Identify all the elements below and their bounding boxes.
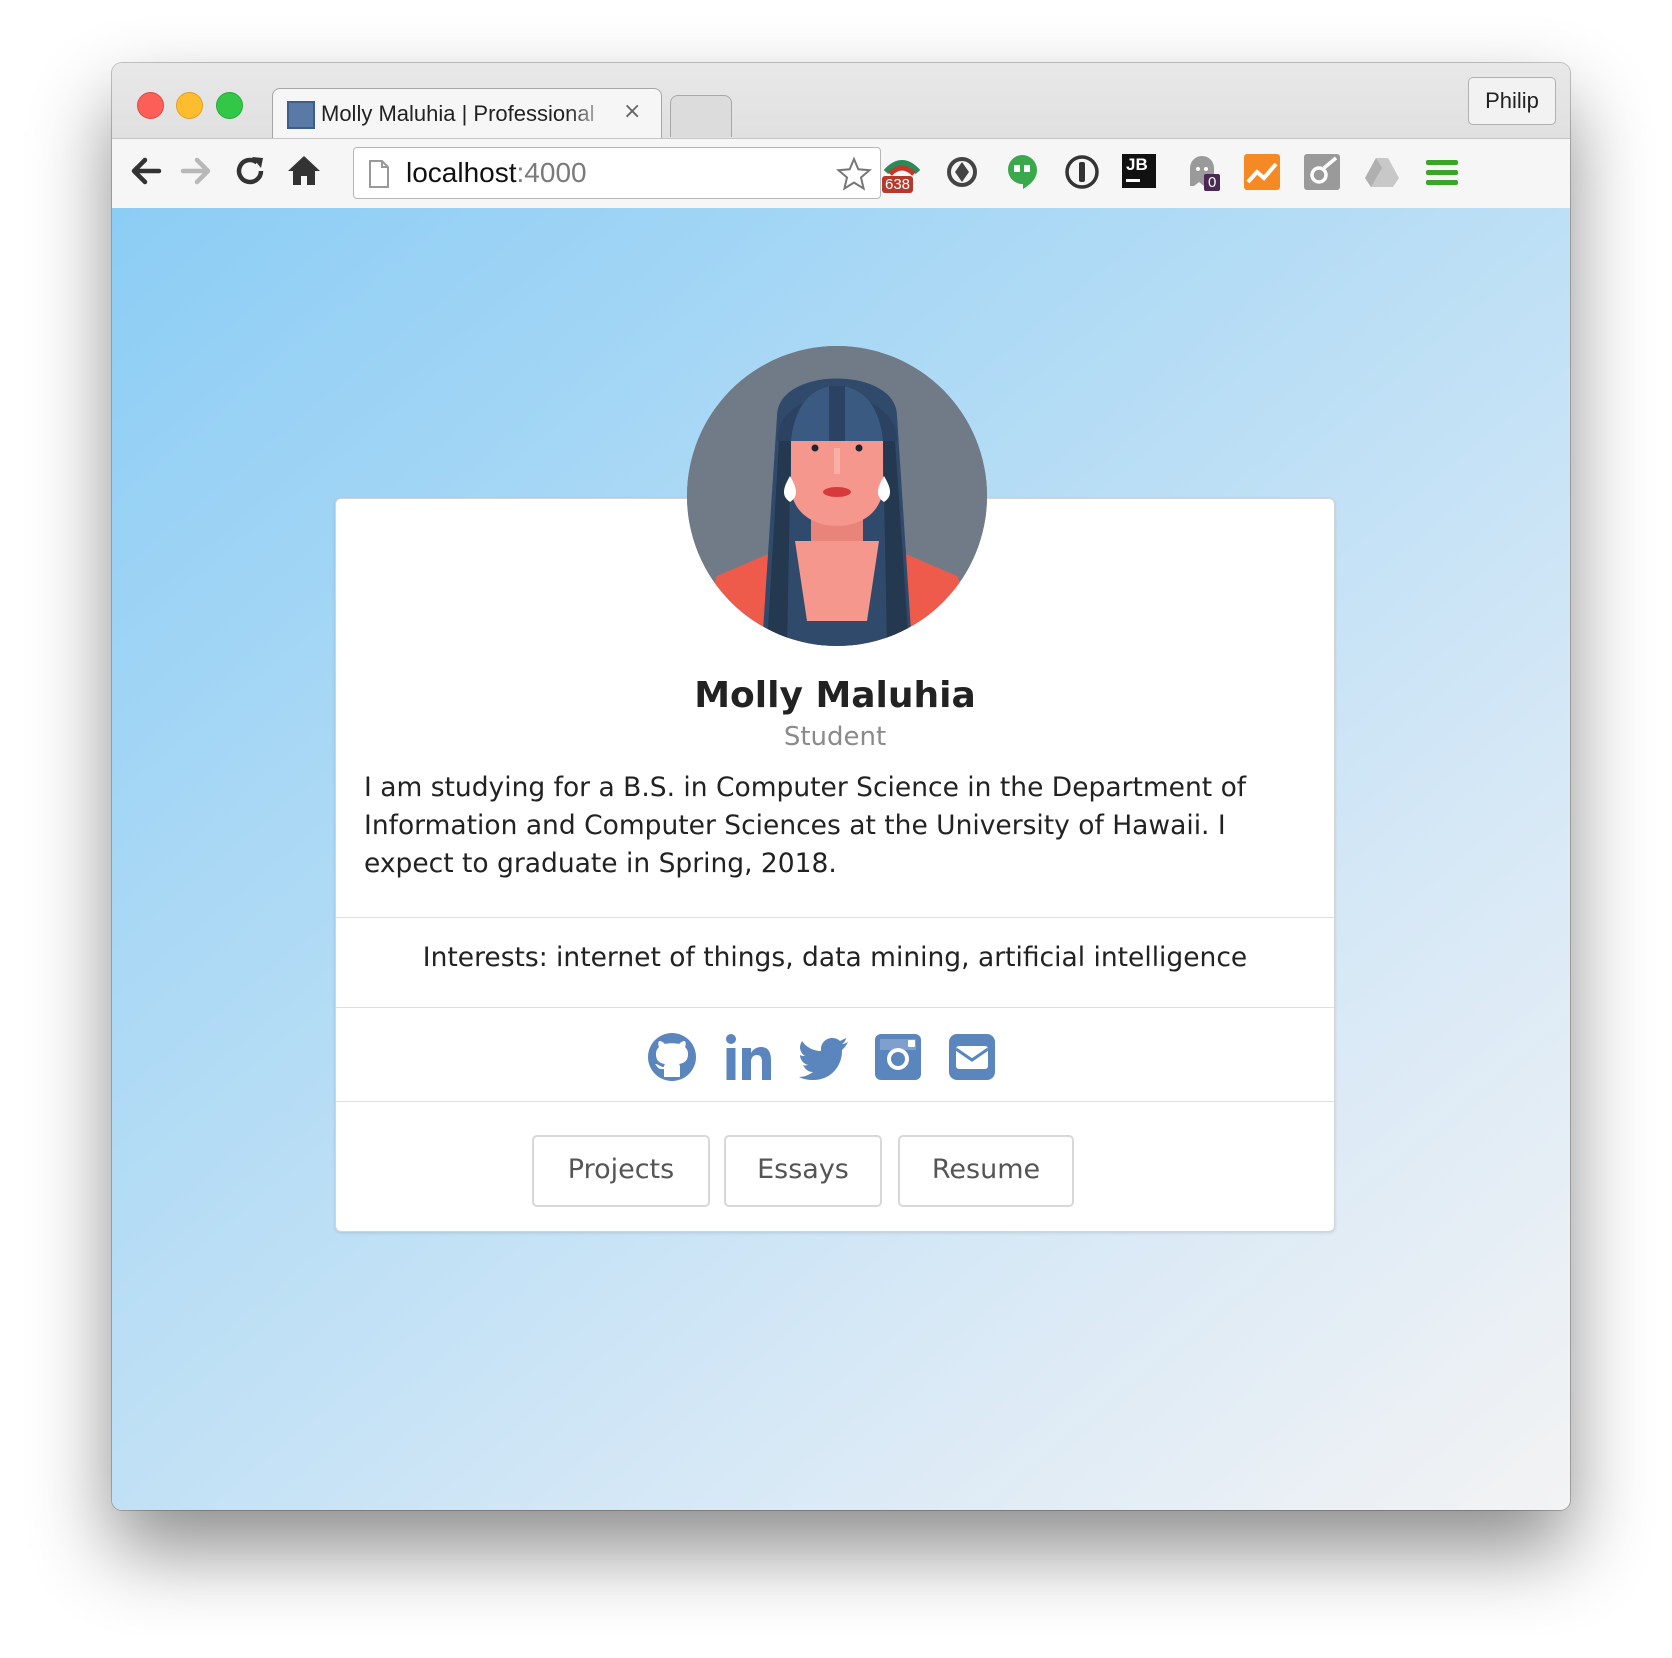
bookmark-star-icon[interactable]: [836, 156, 872, 192]
profile-button[interactable]: Philip: [1468, 77, 1556, 125]
toolbar: localhost:4000 638 JB 0: [112, 138, 1570, 208]
browser-chrome: Molly Maluhia | Professional × Philip lo…: [112, 63, 1570, 208]
clipper-badge: 638: [882, 176, 914, 193]
twitter-icon[interactable]: [798, 1031, 850, 1083]
resume-button[interactable]: Resume: [898, 1135, 1074, 1207]
sync-icon[interactable]: [942, 152, 982, 192]
social-links: [336, 1031, 1334, 1091]
analytics-icon[interactable]: [1242, 152, 1282, 192]
github-icon[interactable]: [646, 1031, 698, 1083]
page-content: Molly Maluhia Student I am studying for …: [112, 208, 1570, 1510]
ghostery-icon[interactable]: 0: [1182, 152, 1222, 192]
divider: [336, 1101, 1334, 1102]
meteor-icon[interactable]: [1302, 152, 1342, 192]
tab-title: Molly Maluhia | Professional: [321, 101, 595, 126]
active-tab-content[interactable]: Molly Maluhia | Professional ×: [277, 89, 655, 139]
profile-interests: Interests: internet of things, data mini…: [422, 942, 1248, 973]
close-window-button[interactable]: [137, 92, 164, 119]
essays-button[interactable]: Essays: [724, 1135, 882, 1207]
divider: [336, 917, 1334, 918]
jetbrains-icon[interactable]: JB: [1122, 154, 1156, 188]
hangouts-icon[interactable]: [1002, 152, 1042, 192]
email-icon[interactable]: [946, 1031, 998, 1083]
instagram-icon[interactable]: [872, 1031, 924, 1083]
url-text[interactable]: localhost:4000: [406, 157, 587, 189]
profile-name: Molly Maluhia: [694, 675, 976, 716]
back-arrow-icon[interactable]: [126, 151, 166, 191]
tab-close-icon[interactable]: ×: [623, 99, 641, 124]
jetbrains-label: JB: [1126, 155, 1148, 174]
drive-icon[interactable]: [1362, 152, 1402, 192]
home-icon[interactable]: [284, 151, 324, 191]
favicon-icon: [287, 101, 315, 129]
divider: [336, 1007, 1334, 1008]
reload-icon[interactable]: [230, 151, 270, 191]
forward-arrow-icon[interactable]: [176, 151, 216, 191]
projects-button[interactable]: Projects: [532, 1135, 710, 1207]
browser-window: Molly Maluhia | Professional × Philip lo…: [112, 63, 1570, 1510]
page-icon: [369, 160, 389, 188]
profile-role: Student: [783, 722, 887, 752]
clipper-icon[interactable]: 638: [882, 152, 922, 193]
avatar-illustration: [687, 346, 987, 646]
1password-icon[interactable]: [1062, 152, 1102, 192]
profile-description: I am studying for a B.S. in Computer Sci…: [364, 772, 1247, 879]
address-bar[interactable]: localhost:4000: [353, 147, 881, 199]
new-tab-button[interactable]: [670, 95, 732, 137]
linkedin-icon[interactable]: [723, 1031, 775, 1083]
menu-icon[interactable]: [1422, 152, 1462, 192]
zoom-window-button[interactable]: [216, 92, 243, 119]
avatar: [687, 346, 987, 646]
minimize-window-button[interactable]: [176, 92, 203, 119]
ghostery-badge: 0: [1204, 174, 1221, 191]
